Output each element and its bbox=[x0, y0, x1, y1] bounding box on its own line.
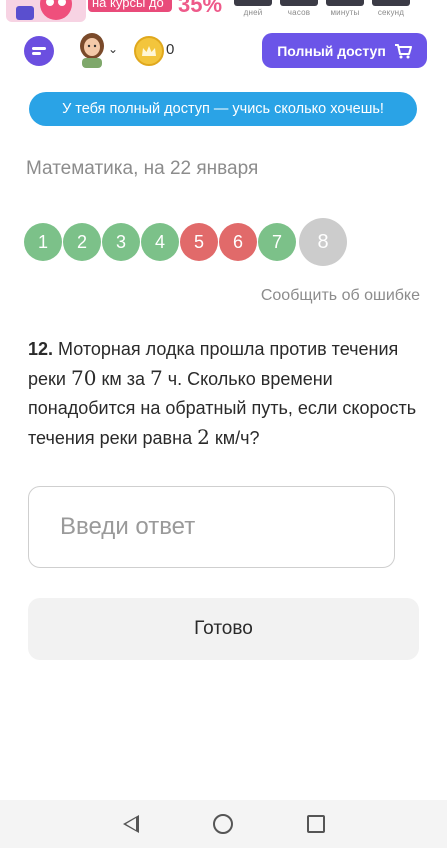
chat-icon bbox=[32, 45, 46, 57]
timer-seconds-value: 1 1 bbox=[372, 0, 410, 6]
timer-hours-value: 0 0 bbox=[280, 0, 318, 6]
question-text: 12. Моторная лодка прошла против течения… bbox=[28, 335, 420, 453]
timer-days-label: дней bbox=[243, 8, 263, 17]
question-value-1: 70 bbox=[70, 366, 97, 390]
question-part-2: км за bbox=[101, 369, 145, 389]
answer-input[interactable] bbox=[28, 486, 395, 568]
home-circle-icon[interactable] bbox=[212, 814, 233, 834]
recent-apps-square-icon[interactable] bbox=[306, 815, 325, 833]
system-navigation-bar bbox=[0, 800, 447, 848]
cart-icon bbox=[394, 43, 412, 58]
task-circle-4[interactable]: 4 bbox=[141, 223, 179, 261]
timer-days-value: 0 0 bbox=[234, 0, 272, 6]
task-circle-2[interactable]: 2 bbox=[63, 223, 101, 261]
coin-count: 0 bbox=[166, 41, 175, 58]
promo-percent: 35% bbox=[178, 0, 223, 17]
task-circle-7[interactable]: 7 bbox=[258, 223, 296, 261]
crown-coin-icon bbox=[134, 36, 164, 66]
countdown-timer: 0 0 дней 0 0 часов 2 4 минуты 1 1 секунд bbox=[234, 0, 410, 17]
page-title: Математика, на 22 января bbox=[26, 158, 259, 179]
task-circle-5[interactable]: 5 bbox=[180, 223, 218, 261]
app-header: ⌄ 0 Полный доступ bbox=[0, 26, 447, 76]
timer-hours: 0 0 часов bbox=[280, 0, 318, 17]
full-access-label: Полный доступ bbox=[277, 42, 386, 59]
avatar[interactable] bbox=[77, 32, 107, 68]
timer-minutes-value: 2 4 bbox=[326, 0, 364, 6]
chat-button[interactable] bbox=[24, 36, 54, 66]
task-circle-3[interactable]: 3 bbox=[102, 223, 140, 261]
promo-illustration-icon bbox=[6, 0, 86, 22]
timer-minutes: 2 4 минуты bbox=[326, 0, 364, 17]
back-triangle-icon[interactable] bbox=[122, 815, 139, 833]
report-error-link[interactable]: Сообщить об ошибке bbox=[261, 287, 420, 305]
timer-seconds: 1 1 секунд bbox=[372, 0, 410, 17]
question-number: 12. bbox=[28, 339, 54, 359]
task-circle-1[interactable]: 1 bbox=[24, 223, 62, 261]
timer-seconds-label: секунд bbox=[377, 8, 405, 17]
timer-minutes-label: минуты bbox=[330, 8, 360, 17]
question-value-3: 2 bbox=[197, 425, 210, 449]
full-access-banner: У тебя полный доступ — учись сколько хоч… bbox=[29, 92, 417, 126]
timer-hours-label: часов bbox=[287, 8, 311, 17]
timer-days: 0 0 дней bbox=[234, 0, 272, 17]
promo-banner[interactable]: на курсы до 35% 0 0 дней 0 0 часов 2 4 м… bbox=[0, 0, 447, 22]
question-part-4: км/ч? bbox=[214, 428, 260, 448]
task-progress: 1 2 3 4 5 6 7 8 bbox=[24, 218, 347, 266]
task-circle-6[interactable]: 6 bbox=[219, 223, 257, 261]
done-button[interactable]: Готово bbox=[28, 598, 419, 660]
chevron-down-icon[interactable]: ⌄ bbox=[108, 42, 118, 56]
promo-label: на курсы до bbox=[88, 0, 172, 12]
full-access-button[interactable]: Полный доступ bbox=[262, 33, 427, 68]
task-circle-8-current[interactable]: 8 bbox=[299, 218, 347, 266]
question-value-2: 7 bbox=[149, 366, 163, 390]
